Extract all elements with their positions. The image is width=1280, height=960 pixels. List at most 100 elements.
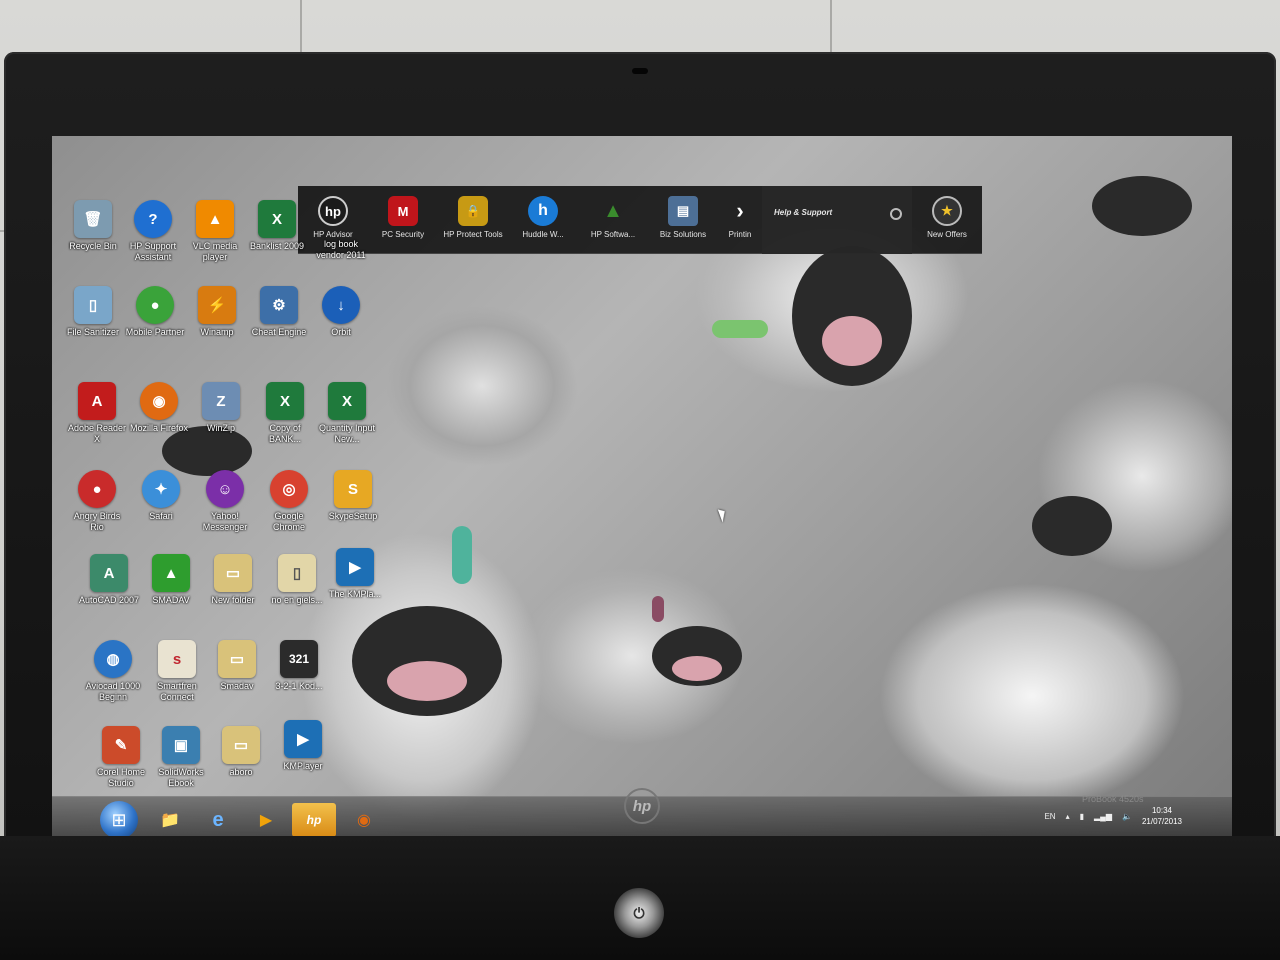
desktop-icon-label: VLC media player: [192, 241, 238, 262]
clock-time: 10:34: [1151, 806, 1172, 815]
desktop-icon-label: 3-2-1 Kod...: [275, 681, 323, 691]
laptop-bezel: hp HP Advisor M PC Security 🔒 HP Protect…: [4, 52, 1276, 852]
hp-protect-tools-button[interactable]: 🔒 HP Protect Tools: [438, 186, 508, 254]
desktop-screen[interactable]: hp HP Advisor M PC Security 🔒 HP Protect…: [52, 136, 1232, 842]
excel-file-icon: X: [258, 200, 296, 238]
desktop-icon-aviocad[interactable]: ◍ Aviocad 1000 Beginn: [82, 640, 144, 703]
winzip-icon: Z: [202, 382, 240, 420]
show-hidden-icons-icon[interactable]: ▴: [1066, 812, 1070, 821]
desktop-icon-safari[interactable]: ✦ Safari: [130, 470, 192, 522]
arrow-right-icon: ›: [736, 198, 744, 223]
excel-file-icon: X: [266, 382, 304, 420]
desktop-icon-solidworks[interactable]: ▣ SolidWorks Ebook: [150, 726, 212, 789]
network-icon[interactable]: ▂▄▆: [1094, 812, 1112, 821]
desktop-icon-kmplayer-setup[interactable]: ▶ The KMPla...: [324, 548, 386, 600]
angry-bird-icon: ●: [78, 470, 116, 508]
hp-quick-launch-bar: hp HP Advisor M PC Security 🔒 HP Protect…: [298, 186, 982, 254]
help-support-label: Help & Support: [774, 208, 833, 217]
wallpaper-mouth: [1092, 176, 1192, 236]
desktop-icon-log-book[interactable]: log book vendor 2011: [310, 236, 372, 261]
desktop-icon-document[interactable]: ▯ no en giels...: [266, 554, 328, 606]
desktop-icon-copy-of-bank[interactable]: X Copy of BANK...: [254, 382, 316, 445]
wall-tile-line: [300, 0, 302, 52]
hp-bar-label: PC Security: [381, 230, 425, 239]
desktop-icon-hp-support[interactable]: ? HP Support Assistant: [122, 200, 184, 263]
desktop-icon-yahoo-messenger[interactable]: ☺ Yahoo! Messenger: [194, 470, 256, 533]
power-button[interactable]: ⏻: [614, 888, 664, 938]
desktop-icon-smadav[interactable]: ▲ SMADAV: [140, 554, 202, 606]
new-offers-button[interactable]: ★ New Offers: [912, 186, 982, 254]
hp-support-icon: ?: [134, 200, 172, 238]
desktop-icon-label: The KMPla...: [328, 589, 382, 599]
desktop-icon-autocad[interactable]: A AutoCAD 2007: [78, 554, 140, 606]
start-button[interactable]: ⊞: [100, 801, 138, 839]
desktop-icon-321-kod[interactable]: 321 3-2-1 Kod...: [268, 640, 330, 692]
desktop-icon-label: Corel Home Studio: [96, 767, 145, 788]
desktop-icon-angry-birds[interactable]: ● Angry Birds Rio: [66, 470, 128, 533]
folder-icon: ▭: [222, 726, 260, 764]
language-indicator[interactable]: EN: [1044, 812, 1055, 821]
desktop-icon-winzip[interactable]: Z WinZip: [190, 382, 252, 434]
desktop-icon-label: Winamp: [200, 327, 234, 337]
play-icon: ▶: [259, 812, 273, 829]
desktop-icon-quantity-input[interactable]: X Quantity Input New...: [316, 382, 378, 445]
volume-icon[interactable]: 🔈: [1122, 812, 1132, 821]
biz-solutions-button[interactable]: ▤ Biz Solutions: [648, 186, 718, 254]
desktop-icon-label: Google Chrome: [272, 511, 305, 532]
desktop-icon-recycle-bin[interactable]: 🗑 Recycle Bin: [62, 200, 124, 252]
taskbar-firefox-button[interactable]: ◉: [342, 803, 386, 837]
software-update-icon: ▲: [603, 199, 623, 222]
hp-bar-label: HP Softwa...: [590, 230, 636, 239]
taskbar-explorer-button[interactable]: 📁: [148, 803, 192, 837]
recycle-bin-icon: 🗑: [74, 200, 112, 238]
firefox-icon: ◉: [357, 812, 371, 829]
desktop-icon-file-sanitizer[interactable]: ▯ File Sanitizer: [62, 286, 124, 338]
desktop-icon-cheat-engine[interactable]: ⚙ Cheat Engine: [248, 286, 310, 338]
desktop-icon-smadav-folder[interactable]: ▭ Smadav: [206, 640, 268, 692]
desktop-icon-firefox[interactable]: ◉ Mozilla Firefox: [128, 382, 190, 434]
wall-tile-line: [830, 0, 832, 52]
desktop-icon-new-folder[interactable]: ▭ New folder: [202, 554, 264, 606]
taskbar-internet-explorer-button[interactable]: e: [196, 803, 240, 837]
excel-file-icon: X: [328, 382, 366, 420]
pc-security-button[interactable]: M PC Security: [368, 186, 438, 254]
taskbar-hp-advisor-button[interactable]: hp: [292, 803, 336, 837]
desktop-icon-winamp[interactable]: ⚡ Winamp: [186, 286, 248, 338]
kmplayer-icon: ▶: [284, 720, 322, 758]
desktop-icon-vlc[interactable]: ▲ VLC media player: [184, 200, 246, 263]
hp-bar-label: New Offers: [927, 230, 967, 239]
desktop-icon-label: HP Support Assistant: [129, 241, 177, 262]
battery-icon[interactable]: ▮: [1080, 812, 1084, 821]
winamp-icon: ⚡: [198, 286, 236, 324]
wallpaper-mouth: [792, 246, 912, 386]
star-icon: ★: [932, 196, 962, 226]
search-icon[interactable]: [890, 208, 902, 220]
clock[interactable]: 10:34 21/07/2013: [1142, 805, 1182, 827]
help-support-search[interactable]: Help & Support: [762, 186, 912, 254]
desktop-icon-kmplayer[interactable]: ▶ KMPlayer: [272, 720, 334, 772]
desktop-icon-corel[interactable]: ✎ Corel Home Studio: [90, 726, 152, 789]
desktop-icon-mobile-partner[interactable]: ● Mobile Partner: [124, 286, 186, 338]
taskbar-media-player-button[interactable]: ▶: [244, 803, 288, 837]
mouse-cursor: [717, 507, 729, 523]
printing-button[interactable]: › Printin: [718, 186, 762, 254]
desktop-icon-label: Yahoo! Messenger: [202, 511, 248, 532]
huddle-button[interactable]: h Huddle W...: [508, 186, 578, 254]
desktop-icon-label: Copy of BANK...: [268, 423, 301, 444]
desktop-icon-orbit[interactable]: ↓ Orbit: [310, 286, 372, 338]
desktop-icon-adobe-reader[interactable]: A Adobe Reader X: [66, 382, 128, 445]
desktop-icon-skype-setup[interactable]: S SkypeSetup: [322, 470, 384, 522]
hp-software-button[interactable]: ▲ HP Softwa...: [578, 186, 648, 254]
desktop-icon-label: Quantity Input New...: [318, 423, 376, 444]
desktop-icon-label: Angry Birds Rio: [73, 511, 121, 532]
desktop-icon-banklist[interactable]: X Banklist 2009: [246, 200, 308, 252]
desktop-icon-aboro-folder[interactable]: ▭ aboro: [210, 726, 272, 778]
lock-shield-icon: 🔒: [458, 196, 488, 226]
desktop-icon-google-chrome[interactable]: ◎ Google Chrome: [258, 470, 320, 533]
desktop-icon-smartfren[interactable]: s Smartfren Connect: [146, 640, 208, 703]
chrome-icon: ◎: [270, 470, 308, 508]
wallpaper-eye: [652, 596, 664, 622]
desktop-icon-label: WinZip: [206, 423, 235, 433]
yahoo-smiley-icon: ☺: [206, 470, 244, 508]
installer-box-icon: S: [334, 470, 372, 508]
